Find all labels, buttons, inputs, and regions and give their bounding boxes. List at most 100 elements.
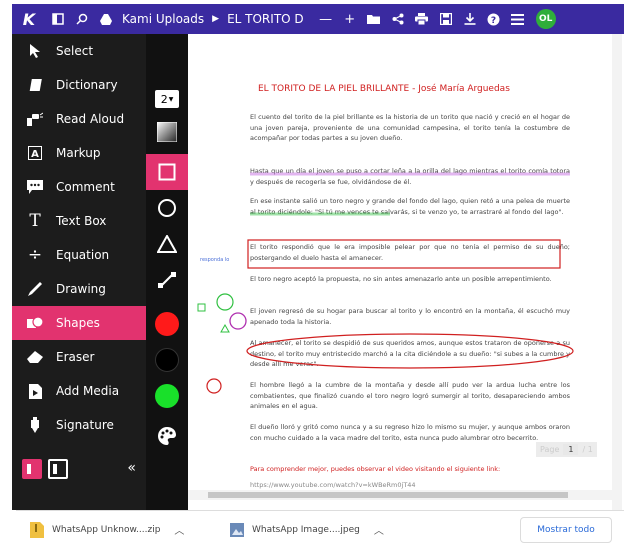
svg-text:A: A bbox=[31, 149, 39, 160]
stroke-size-select[interactable]: 2 ▼ bbox=[155, 90, 179, 108]
paragraph: Hasta que un día el joven se puso a cort… bbox=[250, 166, 570, 187]
triangle-shape-icon[interactable] bbox=[146, 226, 188, 262]
video-link[interactable]: https://www.youtube.com/watch?v=kWBeRm0j… bbox=[250, 480, 570, 491]
save-icon[interactable] bbox=[434, 4, 458, 34]
zoom-in-icon[interactable]: + bbox=[338, 4, 362, 34]
download-icon[interactable] bbox=[458, 4, 482, 34]
image-file-icon bbox=[230, 522, 244, 537]
sidebar-item-label: Text Box bbox=[56, 214, 107, 228]
fill-style-icon[interactable] bbox=[146, 114, 188, 150]
red-circle-annotation[interactable] bbox=[206, 378, 222, 394]
sidebar-item-label: Eraser bbox=[56, 350, 95, 364]
sidebar-toggle-icon[interactable] bbox=[46, 4, 70, 34]
sidebar-item-drawing[interactable]: Drawing bbox=[12, 272, 146, 306]
zoom-out-icon[interactable]: — bbox=[314, 4, 338, 34]
paragraph: Al amanecer, el torito se despidió de su… bbox=[250, 339, 570, 368]
horizontal-scrollbar[interactable] bbox=[188, 490, 612, 500]
sidebar-item-shapes[interactable]: Shapes bbox=[12, 306, 146, 340]
download-filename: WhatsApp Image....jpeg bbox=[252, 524, 360, 535]
sidebar-item-text-box[interactable]: T Text Box bbox=[12, 204, 146, 238]
sidebar-item-markup[interactable]: A Markup bbox=[12, 136, 146, 170]
chevron-up-icon[interactable]: ︿ bbox=[174, 522, 184, 537]
collapse-sidebar-icon[interactable]: « bbox=[127, 460, 136, 476]
sidebar-item-add-media[interactable]: Add Media bbox=[12, 374, 146, 408]
sidebar-item-select[interactable]: Select bbox=[12, 34, 146, 68]
sidebar-item-label: Add Media bbox=[56, 384, 120, 398]
sidebar-item-label: Equation bbox=[56, 248, 110, 262]
paragraph: El dueño lloró y gritó como nunca y a su… bbox=[250, 423, 570, 442]
green-circle-annotation[interactable] bbox=[216, 293, 234, 311]
sidebar-item-equation[interactable]: ÷ Equation bbox=[12, 238, 146, 272]
document-page[interactable]: EL TORITO DE LA PIEL BRILLANTE - José Ma… bbox=[190, 46, 600, 510]
sidebar-item-label: Markup bbox=[56, 146, 101, 160]
kami-app: K Kami Uploads ▶ EL TORITO D — + ? OL Se… bbox=[0, 0, 624, 555]
layout-right-icon[interactable] bbox=[48, 459, 68, 479]
chevron-up-icon[interactable]: ︿ bbox=[374, 522, 384, 537]
download-item[interactable]: WhatsApp Unknow....zip ︿ bbox=[16, 521, 216, 538]
rectangle-shape-icon[interactable] bbox=[146, 154, 188, 190]
read-aloud-icon bbox=[24, 109, 46, 129]
color-swatch-black[interactable] bbox=[146, 342, 188, 378]
search-icon[interactable] bbox=[70, 4, 94, 34]
sidebar-item-label: Dictionary bbox=[56, 78, 118, 92]
color-swatch-red[interactable] bbox=[146, 306, 188, 342]
cursor-icon bbox=[24, 41, 46, 61]
user-avatar[interactable]: OL bbox=[535, 9, 556, 29]
sidebar-item-label: Signature bbox=[56, 418, 114, 432]
svg-text:?: ? bbox=[491, 16, 496, 26]
download-filename: WhatsApp Unknow....zip bbox=[52, 524, 161, 535]
sidebar-item-label: Comment bbox=[56, 180, 115, 194]
download-item[interactable]: WhatsApp Image....jpeg ︿ bbox=[216, 522, 416, 538]
paragraph: El cuento del torito de la piel brillant… bbox=[250, 113, 570, 142]
print-icon[interactable] bbox=[410, 4, 434, 34]
green-square-annotation[interactable] bbox=[197, 303, 206, 312]
paragraph: El joven regresó de su hogar para buscar… bbox=[250, 307, 570, 326]
red-swatch-icon bbox=[155, 312, 179, 336]
book-icon bbox=[24, 75, 46, 95]
comment-icon bbox=[24, 177, 46, 197]
help-icon[interactable]: ? bbox=[482, 4, 506, 34]
line-shape-icon[interactable] bbox=[146, 262, 188, 298]
kami-logo[interactable]: K bbox=[12, 4, 46, 34]
downloads-bar: WhatsApp Unknow....zip ︿ WhatsApp Image.… bbox=[16, 510, 624, 548]
purple-circle-annotation[interactable] bbox=[229, 312, 247, 330]
sidebar-item-comment[interactable]: Comment bbox=[12, 170, 146, 204]
sidebar-item-label: Read Aloud bbox=[56, 112, 125, 126]
document-title[interactable]: EL TORITO D bbox=[227, 4, 304, 34]
top-toolbar: K Kami Uploads ▶ EL TORITO D — + ? OL bbox=[12, 4, 624, 34]
margin-note[interactable]: responda lo bbox=[200, 256, 236, 264]
vertical-scrollbar[interactable] bbox=[612, 34, 622, 510]
breadcrumb-separator-icon: ▶ bbox=[212, 14, 220, 24]
folder-open-icon[interactable] bbox=[362, 4, 386, 34]
sidebar-item-label: Select bbox=[56, 44, 94, 58]
green-swatch-icon bbox=[155, 384, 179, 408]
zip-file-icon bbox=[30, 521, 44, 538]
layout-left-icon[interactable] bbox=[22, 459, 42, 479]
sidebar-item-eraser[interactable]: Eraser bbox=[12, 340, 146, 374]
paragraph: El hombre llegó a la cumbre de la montañ… bbox=[250, 381, 570, 410]
color-swatch-green[interactable] bbox=[146, 378, 188, 414]
breadcrumb-folder[interactable]: Kami Uploads bbox=[122, 4, 204, 34]
media-icon bbox=[24, 381, 46, 401]
shape-palette: 2 ▼ bbox=[146, 34, 188, 510]
circle-shape-icon[interactable] bbox=[146, 190, 188, 226]
green-triangle-annotation[interactable] bbox=[220, 323, 230, 333]
show-all-downloads-button[interactable]: Mostrar todo bbox=[520, 517, 612, 543]
markup-icon: A bbox=[24, 143, 46, 163]
sidebar-item-read-aloud[interactable]: Read Aloud bbox=[12, 102, 146, 136]
palette-icon[interactable] bbox=[146, 418, 188, 454]
layout-switcher: « bbox=[12, 450, 146, 488]
sidebar-item-label: Drawing bbox=[56, 282, 106, 296]
page-indicator[interactable]: Page 1 / 1 bbox=[536, 442, 597, 457]
share-icon[interactable] bbox=[386, 4, 410, 34]
pen-icon bbox=[24, 279, 46, 299]
paragraph: El toro negro aceptó la propuesta, no si… bbox=[250, 275, 552, 283]
sidebar-item-dictionary[interactable]: Dictionary bbox=[12, 68, 146, 102]
document-viewer[interactable]: EL TORITO DE LA PIEL BRILLANTE - José Ma… bbox=[188, 34, 624, 510]
shapes-icon bbox=[24, 313, 46, 333]
menu-icon[interactable] bbox=[506, 4, 530, 34]
scrollbar-thumb[interactable] bbox=[208, 492, 568, 498]
page-number-input[interactable]: 1 bbox=[563, 444, 579, 455]
sidebar-item-signature[interactable]: Signature bbox=[12, 408, 146, 442]
paragraph: En ese instante salió un toro negro y gr… bbox=[250, 197, 570, 216]
